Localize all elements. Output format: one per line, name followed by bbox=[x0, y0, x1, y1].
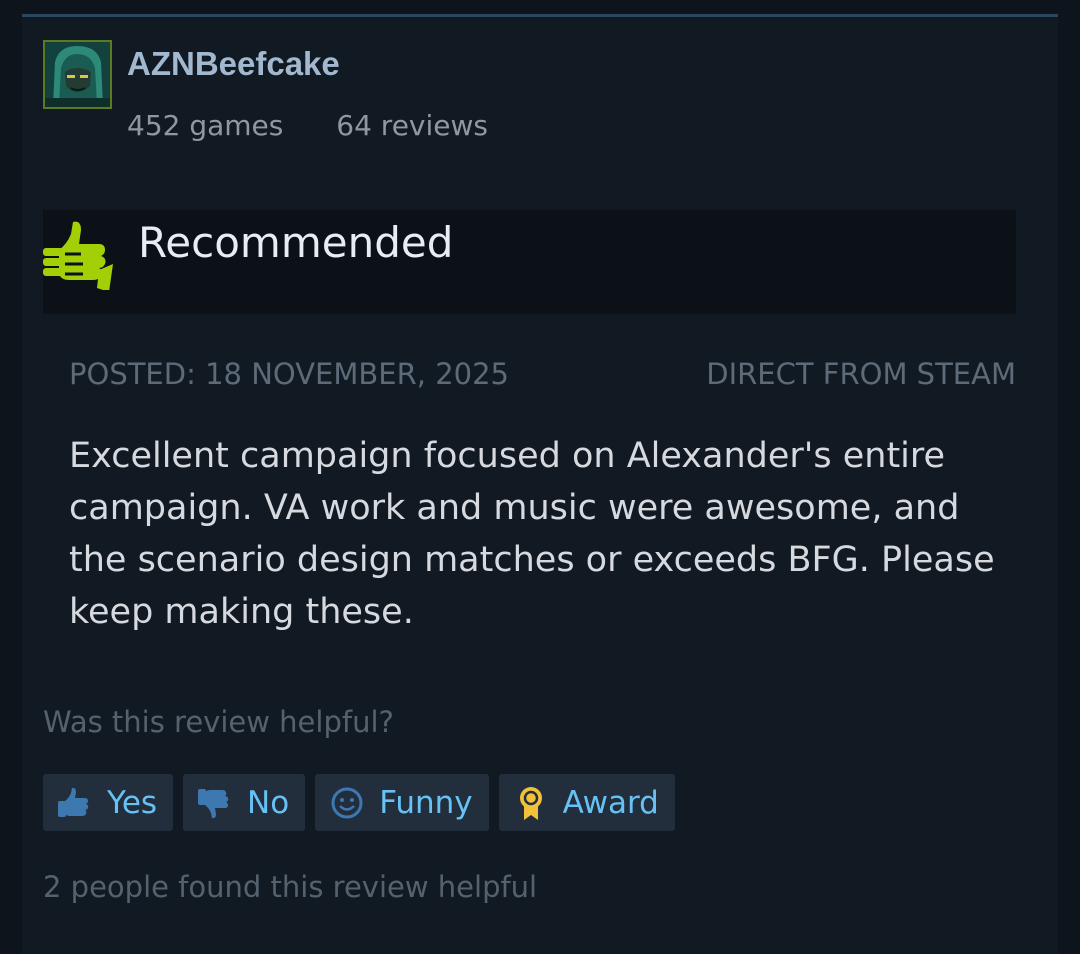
no-button-label: No bbox=[247, 784, 290, 821]
smiley-icon bbox=[329, 785, 365, 821]
no-button[interactable]: No bbox=[183, 774, 306, 831]
award-button[interactable]: Award bbox=[498, 774, 675, 831]
funny-button-label: Funny bbox=[379, 784, 473, 821]
reviews-count[interactable]: 64 reviews bbox=[336, 109, 488, 142]
author-name[interactable]: AZNBeefcake bbox=[127, 45, 340, 83]
helpful-question: Was this review helpful? bbox=[43, 705, 394, 739]
funny-button[interactable]: Funny bbox=[315, 774, 489, 831]
review-source: DIRECT FROM STEAM bbox=[706, 357, 1016, 391]
posted-date: POSTED: 18 NOVEMBER, 2025 bbox=[69, 357, 509, 391]
author-stats: 452 games 64 reviews bbox=[127, 109, 532, 142]
review-body: Excellent campaign focused on Alexander'… bbox=[69, 436, 995, 632]
award-button-label: Award bbox=[562, 784, 659, 821]
yes-button-label: Yes bbox=[107, 784, 158, 821]
verdict-label: Recommended bbox=[138, 218, 454, 267]
thumbs-up-icon bbox=[57, 785, 93, 821]
thumbs-down-icon bbox=[197, 785, 233, 821]
recommendation-banner[interactable]: Recommended bbox=[43, 210, 1016, 314]
avatar[interactable] bbox=[43, 40, 112, 109]
feedback-buttons: Yes No Funny Award bbox=[43, 774, 675, 831]
helpful-count: 2 people found this review helpful bbox=[43, 870, 538, 904]
thumbs-up-icon bbox=[43, 218, 115, 292]
yes-button[interactable]: Yes bbox=[43, 774, 174, 831]
games-count[interactable]: 452 games bbox=[127, 109, 283, 142]
award-ribbon-icon bbox=[513, 785, 549, 821]
review-card: AZNBeefcake 452 games 64 reviews Recomme… bbox=[22, 14, 1058, 954]
avatar-image bbox=[45, 42, 110, 107]
